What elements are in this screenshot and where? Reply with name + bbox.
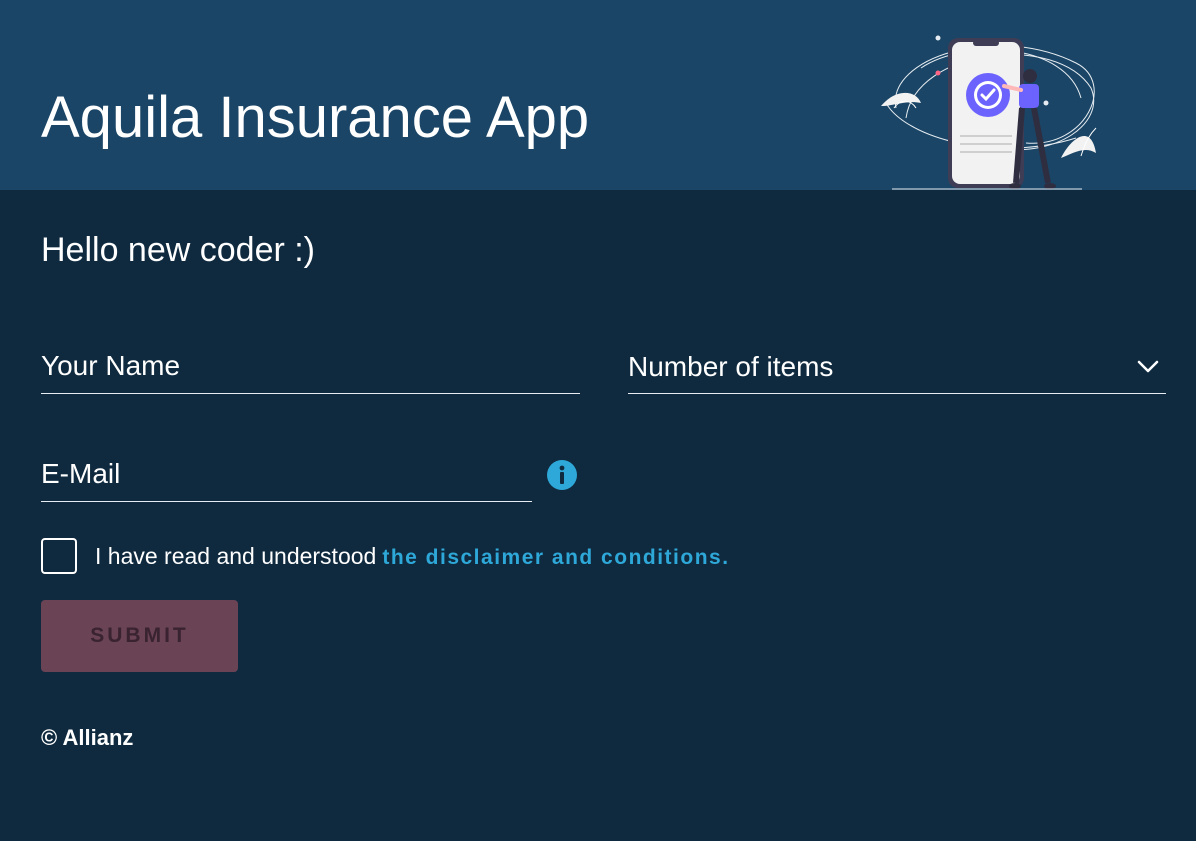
app-title: Aquila Insurance App <box>41 85 590 150</box>
number-of-items-select[interactable]: Number of items <box>628 346 1166 394</box>
consent-label: I have read and understood <box>95 543 377 569</box>
email-field-wrapper <box>41 454 532 502</box>
greeting-text: Hello new coder :) <box>41 231 316 269</box>
copyright-footer: © Allianz <box>41 725 134 750</box>
phone-checkmark-illustration <box>881 35 1097 190</box>
number-of-items-label: Number of items <box>628 351 834 382</box>
email-input[interactable] <box>41 454 532 494</box>
submit-button[interactable]: SUBMIT <box>41 600 238 672</box>
consent-checkbox[interactable] <box>41 538 77 574</box>
disclaimer-link[interactable]: the disclaimer and conditions. <box>382 546 729 569</box>
name-input[interactable] <box>41 346 580 386</box>
name-field-wrapper <box>41 346 580 394</box>
app-header: Aquila Insurance App <box>0 0 1196 190</box>
consent-text: I have read and understood the disclaimer… <box>95 542 730 572</box>
chevron-down-icon <box>1137 360 1159 373</box>
info-icon[interactable] <box>546 459 578 491</box>
